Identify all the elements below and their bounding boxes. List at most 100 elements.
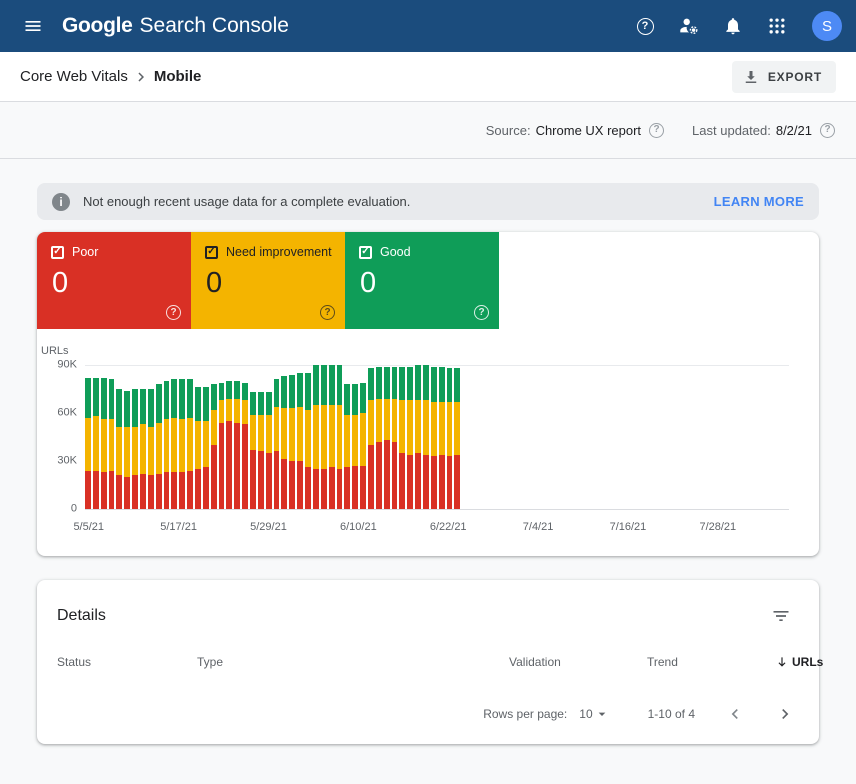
help-icon[interactable]: ?	[320, 305, 335, 320]
updated-help-icon[interactable]: ?	[820, 123, 835, 138]
tile-label: Poor	[72, 245, 98, 259]
bar-segment-ni	[258, 415, 264, 452]
chart-bar[interactable]	[431, 367, 437, 509]
chart-bar[interactable]	[415, 365, 421, 509]
chart-bar[interactable]	[101, 378, 107, 509]
info-banner: i Not enough recent usage data for a com…	[37, 183, 819, 220]
previous-page-button[interactable]	[725, 704, 745, 724]
checkbox-checked-icon[interactable]: ✓	[205, 246, 218, 259]
column-urls-sort[interactable]: URLs	[775, 655, 823, 669]
chart-bar[interactable]	[226, 381, 232, 509]
status-tile-poor[interactable]: ✓ Poor 0 ?	[37, 232, 191, 329]
help-icon[interactable]: ?	[166, 305, 181, 320]
rows-per-page-select[interactable]: 10	[579, 706, 609, 722]
chart-bar[interactable]	[399, 367, 405, 509]
chart-bar[interactable]	[258, 392, 264, 509]
chart-bar[interactable]	[266, 392, 272, 509]
learn-more-link[interactable]: LEARN MORE	[714, 194, 804, 209]
chart-bar[interactable]	[195, 387, 201, 509]
chart-bar[interactable]	[305, 373, 311, 509]
chart-bar[interactable]	[297, 373, 303, 509]
bar-segment-poor	[124, 477, 130, 509]
chart-bar[interactable]	[447, 368, 453, 509]
chart-bar[interactable]	[392, 367, 398, 509]
x-tick-label: 7/16/21	[610, 521, 647, 533]
chart-bar[interactable]	[439, 367, 445, 509]
notifications-button[interactable]	[714, 7, 752, 45]
chart-bar[interactable]	[93, 378, 99, 509]
filter-button[interactable]	[767, 602, 795, 630]
manage-users-button[interactable]	[670, 7, 708, 45]
chart-bar[interactable]	[132, 389, 138, 509]
bar-segment-good	[376, 367, 382, 399]
bell-icon	[723, 16, 743, 36]
chart-bar[interactable]	[368, 368, 374, 509]
chart-bar[interactable]	[250, 392, 256, 509]
bar-segment-ni	[101, 419, 107, 472]
menu-button[interactable]	[14, 7, 52, 45]
chart-bar[interactable]	[384, 367, 390, 509]
chart-bar[interactable]	[116, 389, 122, 509]
source-help-icon[interactable]: ?	[649, 123, 664, 138]
help-icon[interactable]: ?	[474, 305, 489, 320]
help-button[interactable]: ?	[626, 7, 664, 45]
bar-segment-good	[250, 392, 256, 414]
chart-bar[interactable]	[344, 384, 350, 509]
chart-bar[interactable]	[423, 365, 429, 509]
chart-bar[interactable]	[211, 384, 217, 509]
chart-bar[interactable]	[376, 367, 382, 509]
bar-segment-good	[439, 367, 445, 402]
bar-segment-good	[164, 381, 170, 419]
chart-bar[interactable]	[242, 383, 248, 509]
chart-bar[interactable]	[203, 387, 209, 509]
chart-bar[interactable]	[124, 391, 130, 509]
bar-segment-good	[281, 376, 287, 408]
bar-segment-good	[203, 387, 209, 421]
bar-segment-ni	[140, 424, 146, 474]
chart-bar[interactable]	[407, 367, 413, 509]
bar-segment-poor	[109, 471, 115, 509]
bar-segment-ni	[109, 419, 115, 470]
app-logo[interactable]: Google Search Console	[62, 14, 289, 38]
chart-bar[interactable]	[109, 379, 115, 509]
bar-segment-good	[431, 367, 437, 402]
chart-bar[interactable]	[156, 384, 162, 509]
chart-bar[interactable]	[281, 376, 287, 509]
chart-bar[interactable]	[85, 378, 91, 509]
chart-bar[interactable]	[148, 389, 154, 509]
apps-button[interactable]	[758, 7, 796, 45]
chart-bar[interactable]	[360, 383, 366, 509]
chart-bar[interactable]	[219, 383, 225, 509]
checkbox-checked-icon[interactable]: ✓	[359, 246, 372, 259]
chart-bar[interactable]	[140, 389, 146, 509]
chart-bar[interactable]	[234, 381, 240, 509]
checkbox-checked-icon[interactable]: ✓	[51, 246, 64, 259]
status-tile-good[interactable]: ✓ Good 0 ?	[345, 232, 499, 329]
bar-segment-poor	[85, 471, 91, 509]
chart-bar[interactable]	[179, 379, 185, 509]
chart-bar[interactable]	[289, 375, 295, 509]
bar-segment-good	[274, 379, 280, 406]
export-button[interactable]: EXPORT	[732, 61, 836, 93]
bar-segment-ni	[171, 418, 177, 472]
bar-segment-poor	[289, 461, 295, 509]
account-avatar[interactable]: S	[812, 11, 842, 41]
chart-bar[interactable]	[187, 379, 193, 509]
breadcrumb-parent[interactable]: Core Web Vitals	[20, 68, 128, 85]
next-page-button[interactable]	[775, 704, 795, 724]
bar-segment-ni	[164, 419, 170, 472]
updated-meta: Last updated: 8/2/21 ?	[692, 123, 835, 138]
bar-segment-good	[140, 389, 146, 424]
status-tile-need-improvement[interactable]: ✓ Need improvement 0 ?	[191, 232, 345, 329]
chart-bar[interactable]	[313, 365, 319, 509]
chart-bar[interactable]	[321, 365, 327, 509]
chart-bar[interactable]	[454, 368, 460, 509]
chart-bar[interactable]	[329, 365, 335, 509]
chart-bar[interactable]	[352, 384, 358, 509]
chart-bar[interactable]	[164, 381, 170, 509]
column-status: Status	[57, 655, 197, 669]
chart-bar[interactable]	[274, 379, 280, 509]
column-trend: Trend	[647, 655, 775, 669]
chart-bar[interactable]	[171, 379, 177, 509]
chart-bar[interactable]	[337, 365, 343, 509]
